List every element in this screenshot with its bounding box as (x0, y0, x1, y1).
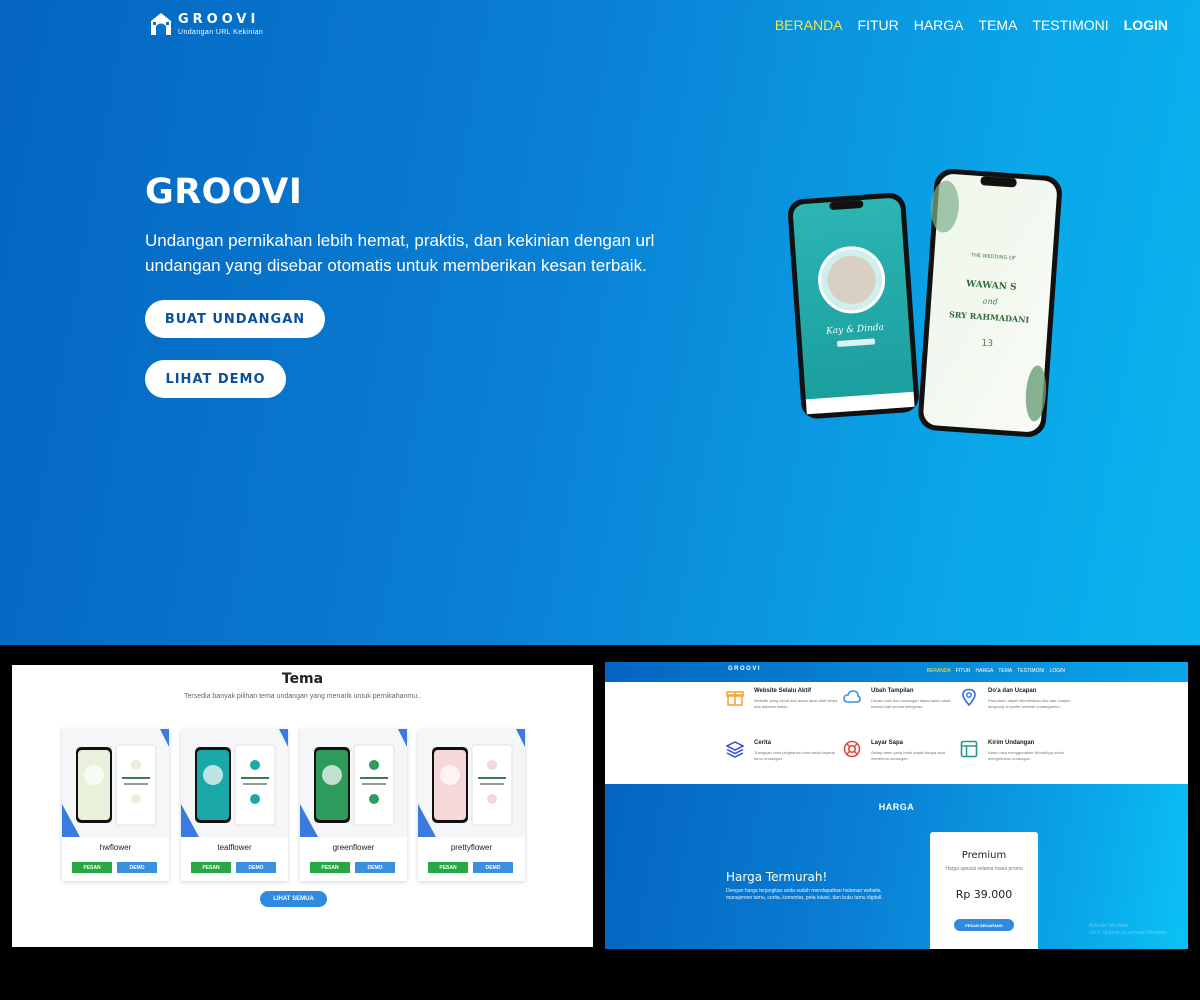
brand-tagline: Undangan URL Kekinian (178, 28, 264, 36)
feature-title: Kirim Undangan (988, 740, 1035, 746)
windows-activation-watermark: Activate Windows Go to Settings to activ… (1089, 923, 1168, 937)
main-nav: BERANDA FITUR HARGA TEMA TESTIMONI LOGIN (775, 17, 1168, 33)
premium-plan-card: Premium Harga spesial selama masa promo … (930, 832, 1038, 949)
plan-price: Rp 39.000 (955, 888, 1013, 901)
demo-theme-button[interactable]: DEMO (117, 862, 157, 873)
plan-name: Premium (961, 850, 1007, 861)
theme-card[interactable]: tealflower PESAN DEMO (181, 729, 288, 881)
theme-preview-image (418, 729, 525, 837)
cloud-icon (843, 690, 861, 703)
demo-theme-button[interactable]: DEMO (355, 862, 395, 873)
lifebuoy-icon (843, 740, 861, 758)
layers-icon (726, 741, 744, 758)
nav-item-harga[interactable]: HARGA (914, 17, 964, 33)
pricing-label: HARGA (878, 802, 915, 812)
theme-preview-image (300, 729, 407, 837)
theme-preview-image (62, 729, 169, 837)
feature-title: Ubah Tampilan (871, 688, 914, 694)
order-theme-button[interactable]: PESAN (310, 862, 350, 873)
order-theme-button[interactable]: PESAN (428, 862, 468, 873)
demo-theme-button[interactable]: DEMO (236, 862, 276, 873)
theme-card[interactable]: greenflower PESAN DEMO (300, 729, 407, 881)
feature-title: Layar Sapa (871, 740, 904, 746)
mini-nav-login[interactable]: LOGIN (1049, 668, 1065, 674)
screenshot-collage: GROOVI Undangan URL Kekinian BERANDA FIT… (0, 0, 1200, 1000)
feature-description: Tuangkan cinta perjalanan cinta anda kep… (754, 750, 835, 761)
theme-title: Tema (281, 671, 324, 687)
features-pricing-panel: GROOVI BERANDA FITUR HARGA TEMA TESTIMON… (605, 662, 1188, 949)
right-phone-and: and (982, 296, 998, 306)
mini-nav-beranda[interactable]: BERANDA (927, 668, 951, 674)
gift-icon (726, 691, 744, 706)
right-phone-date: 13 (981, 339, 993, 350)
theme-name: greenflower (332, 843, 375, 852)
watermark-line-1: Activate Windows (1089, 923, 1129, 929)
mini-nav-bar: GROOVI BERANDA FITUR HARGA TEMA TESTIMON… (605, 662, 1188, 682)
theme-panel: Tema Tersedia banyak pilihan tema undang… (12, 665, 593, 947)
mini-nav-harga[interactable]: HARGA (976, 668, 994, 674)
feature-description: Website yang cepat dan aman akan aktif t… (754, 698, 838, 709)
brand-logo[interactable]: GROOVI Undangan URL Kekinian (150, 12, 263, 36)
plan-subtitle: Harga spesial selama masa promo (945, 866, 1023, 872)
pricing-description: Dengan harga terjangkau anda sudah menda… (726, 888, 883, 901)
nav-item-testimoni[interactable]: TESTIMONI (1032, 17, 1108, 33)
pricing-section: HARGA Harga Termurah! Dengan harga terja… (605, 784, 1188, 949)
nav-item-tema[interactable]: TEMA (979, 17, 1018, 33)
brand-name: GROOVI (178, 11, 260, 27)
theme-name: tealflower (217, 843, 252, 852)
mini-brand[interactable]: GROOVI (728, 666, 761, 672)
order-theme-button[interactable]: PESAN (72, 862, 112, 873)
mini-nav-tema[interactable]: TEMA (998, 668, 1012, 674)
theme-name: prettyflower (450, 843, 493, 852)
feature-description: Desain web dan undangan dapat kamu ubah … (871, 698, 951, 709)
theme-card[interactable]: prettyflower PESAN DEMO (418, 729, 525, 881)
watermark-line-2: Go to Settings to activate Windows. (1089, 930, 1168, 936)
nav-item-beranda[interactable]: BERANDA (775, 17, 843, 33)
layout-icon (960, 740, 978, 758)
pricing-title: Harga Termurah! (726, 870, 828, 884)
demo-theme-button[interactable]: DEMO (473, 862, 513, 873)
nav-item-login[interactable]: LOGIN (1124, 17, 1168, 33)
feature-title: Cerita (754, 740, 772, 746)
feature-description: Kamu bisa menggunakan WhatsApp untuk men… (988, 750, 1064, 761)
feature-description: Setiap tamu yang hadir dapat disapa saat… (871, 750, 945, 761)
mini-nav-fitur[interactable]: FITUR (956, 668, 971, 674)
hero-section: GROOVI Undangan URL Kekinian BERANDA FIT… (0, 0, 1200, 645)
feature-title: Website Selalu Aktif (754, 688, 812, 694)
theme-name: hwflower (99, 843, 132, 852)
location-pin-icon (962, 688, 976, 706)
order-now-button[interactable]: PESAN SEKARANG (954, 919, 1014, 931)
feature-title: Do'a dan Ucapan (988, 688, 1037, 694)
order-theme-button[interactable]: PESAN (191, 862, 231, 873)
view-demo-button[interactable]: LIHAT DEMO (145, 360, 286, 398)
nav-item-fitur[interactable]: FITUR (858, 17, 899, 33)
hero-title: GROOVI (145, 172, 303, 212)
mini-nav-testimoni[interactable]: TESTIMONI (1017, 668, 1044, 674)
left-phone: Kay & Dinda (787, 193, 919, 419)
theme-preview-image (181, 729, 288, 837)
right-phone: THE WEDDING OF WAWAN S and SRY RAHMADANI… (918, 169, 1062, 437)
theme-card[interactable]: hwflower PESAN DEMO (62, 729, 169, 881)
feature-description: Para tamu dapat memberikan doa dan ucapa… (988, 698, 1071, 709)
create-invitation-button[interactable]: BUAT UNDANGAN (145, 300, 325, 338)
mini-nav-menu: BERANDA FITUR HARGA TEMA TESTIMONI LOGIN (927, 668, 1065, 674)
view-all-themes-button[interactable]: LIHAT SEMUA (260, 891, 327, 907)
hero-subtitle: Undangan pernikahan lebih hemat, praktis… (145, 231, 655, 275)
theme-subtitle: Tersedia banyak pilihan tema undangan ya… (184, 693, 421, 700)
house-logo-icon (151, 13, 171, 35)
phone-mockups-illustration: Kay & Dinda THE WEDDING OF WAWAN S and S… (787, 169, 1062, 437)
